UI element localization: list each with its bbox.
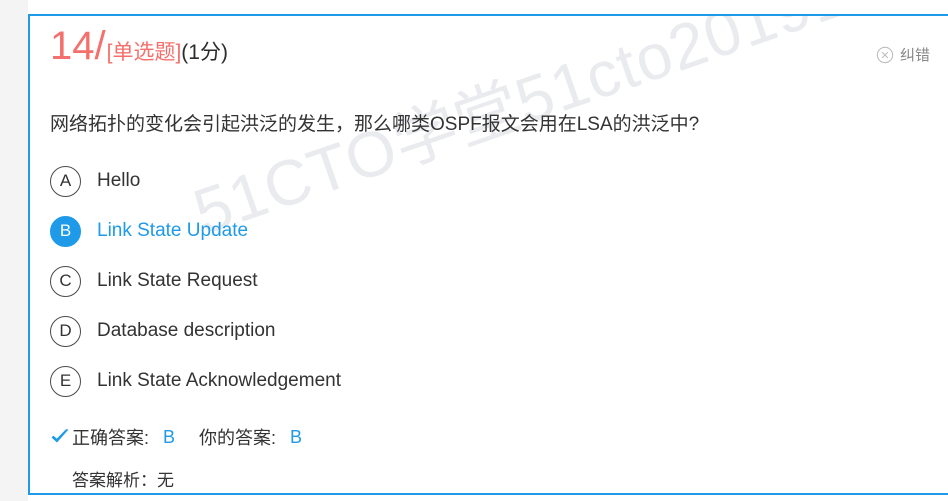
question-score: (1分) xyxy=(181,41,228,64)
question-number: 14/ xyxy=(50,24,106,68)
option-row-a[interactable]: A Hello xyxy=(50,156,910,206)
correct-answer-label: 正确答案: xyxy=(72,428,150,448)
bottom-white-strip xyxy=(28,495,948,501)
option-row-e[interactable]: E Link State Acknowledgement xyxy=(50,356,910,406)
report-error-label: 纠错 xyxy=(899,47,930,64)
option-marker-b: B xyxy=(50,215,81,247)
answer-analysis: 答案解析：无 xyxy=(72,471,174,490)
option-label-b: Link State Update xyxy=(97,220,249,241)
option-marker-c: C xyxy=(50,265,81,297)
question-text: 网络拓扑的变化会引起洪泛的发生，那么哪类OSPF报文会用在LSA的洪泛中? xyxy=(50,114,700,135)
option-label-e: Link State Acknowledgement xyxy=(97,370,341,391)
option-row-d[interactable]: D Database description xyxy=(50,306,910,356)
options-list: A Hello B Link State Update C Link State… xyxy=(50,156,910,406)
top-white-strip xyxy=(28,0,948,14)
answer-row: 正确答案: B 你的答案: B xyxy=(50,421,910,453)
option-label-d: Database description xyxy=(97,320,276,341)
report-error-button[interactable]: 纠错 xyxy=(876,44,930,65)
check-mark-icon xyxy=(51,429,69,443)
circle-x-icon xyxy=(876,46,894,63)
option-label-c: Link State Request xyxy=(97,270,258,291)
question-card: 51CTO学堂51cto201911 14/ [单选题] (1分) 纠错 网络拓… xyxy=(28,14,948,495)
answer-section: 正确答案: B 你的答案: B 答案解析：无 xyxy=(50,421,910,491)
option-label-a: Hello xyxy=(97,170,141,191)
correct-answer-value: B xyxy=(163,426,176,447)
question-type-badge: [单选题] xyxy=(106,41,182,64)
option-row-c[interactable]: C Link State Request xyxy=(50,256,910,306)
your-answer-value: B xyxy=(290,426,303,447)
option-marker-e: E xyxy=(50,365,81,397)
option-marker-a: A xyxy=(50,165,81,197)
question-header: 14/ [单选题] (1分) xyxy=(50,26,228,66)
option-marker-d: D xyxy=(50,315,81,347)
option-row-b[interactable]: B Link State Update xyxy=(50,206,910,256)
your-answer-label: 你的答案: xyxy=(199,428,277,448)
